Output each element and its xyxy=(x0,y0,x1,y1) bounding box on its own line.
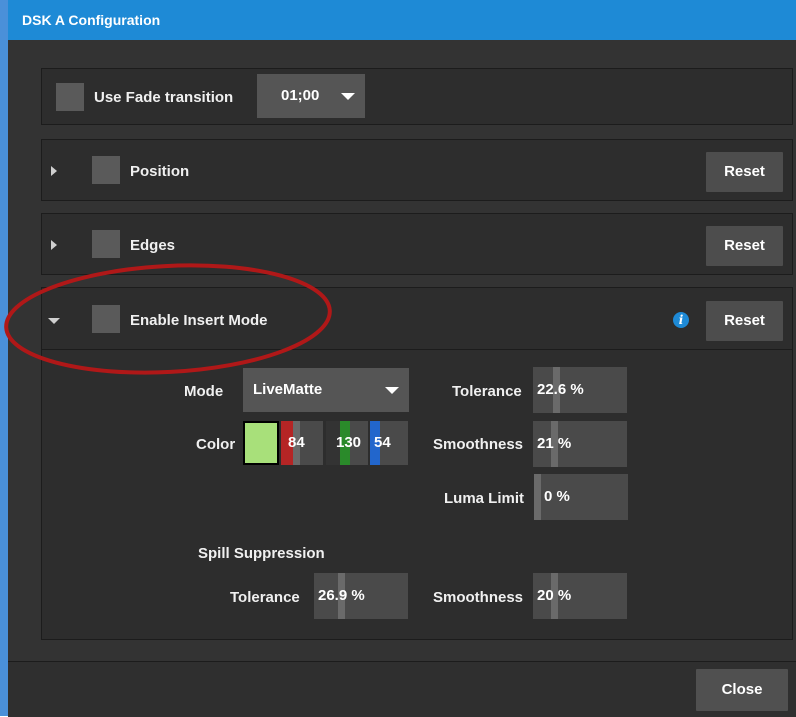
collapse-arrow-icon[interactable] xyxy=(48,318,60,324)
expand-arrow-icon[interactable] xyxy=(51,166,57,176)
dialog-footer: Close xyxy=(8,661,796,717)
info-icon[interactable]: i xyxy=(673,312,689,328)
spill-tolerance-slider[interactable]: 26.9 % xyxy=(314,573,408,619)
smoothness-label: Smoothness xyxy=(433,436,524,453)
expand-arrow-icon[interactable] xyxy=(51,240,57,250)
spill-suppression-title: Spill Suppression xyxy=(198,545,325,562)
color-swatch[interactable] xyxy=(243,421,279,465)
luma-limit-value: 0 % xyxy=(544,488,570,505)
luma-limit-handle[interactable] xyxy=(534,474,541,520)
insert-mode-label: Enable Insert Mode xyxy=(130,312,268,329)
use-fade-label: Use Fade transition xyxy=(94,89,234,106)
mode-select[interactable]: LiveMatte xyxy=(243,368,409,412)
smoothness-slider[interactable]: 21 % xyxy=(533,421,627,467)
tolerance-value: 22.6 % xyxy=(537,381,584,398)
spill-smoothness-slider[interactable]: 20 % xyxy=(533,573,627,619)
dialog-window: DSK A Configuration Use Fade transition … xyxy=(0,0,796,717)
chevron-down-icon xyxy=(385,387,399,394)
use-fade-checkbox[interactable] xyxy=(56,83,84,111)
spill-tolerance-value: 26.9 % xyxy=(318,587,365,604)
close-button[interactable]: Close xyxy=(696,669,788,711)
fade-duration-value: 01;00 xyxy=(281,87,320,104)
edges-checkbox[interactable] xyxy=(92,230,120,258)
fade-duration-select[interactable]: 01;00 xyxy=(257,74,365,118)
color-red-value: 84 xyxy=(288,434,305,451)
edges-reset-button[interactable]: Reset xyxy=(706,226,783,266)
fade-panel: Use Fade transition 01;00 xyxy=(41,68,793,125)
color-red-channel[interactable]: 84 xyxy=(281,421,323,465)
edges-label: Edges xyxy=(130,237,176,254)
edges-panel: Edges Reset xyxy=(41,213,793,275)
insert-mode-panel: Enable Insert Mode i Reset xyxy=(41,287,793,640)
spill-smoothness-label: Smoothness xyxy=(433,589,524,606)
mode-value: LiveMatte xyxy=(253,381,323,398)
color-blue-channel[interactable]: 54 xyxy=(370,421,408,465)
tolerance-label: Tolerance xyxy=(452,383,522,400)
position-label: Position xyxy=(130,163,190,180)
position-panel: Position Reset xyxy=(41,139,793,201)
insert-mode-reset-button[interactable]: Reset xyxy=(706,301,783,341)
insert-mode-checkbox[interactable] xyxy=(92,305,120,333)
chevron-down-icon xyxy=(341,93,355,100)
color-green-channel[interactable]: 130 xyxy=(326,421,368,465)
smoothness-value: 21 % xyxy=(537,435,572,452)
luma-limit-slider[interactable]: 0 % xyxy=(534,474,628,520)
position-checkbox[interactable] xyxy=(92,156,120,184)
window-title: DSK A Configuration xyxy=(8,0,796,40)
tolerance-slider[interactable]: 22.6 % xyxy=(533,367,627,413)
luma-limit-label: Luma Limit xyxy=(444,490,525,507)
spill-tolerance-label: Tolerance xyxy=(230,589,300,606)
mode-label: Mode xyxy=(184,383,224,400)
position-reset-button[interactable]: Reset xyxy=(706,152,783,192)
spill-smoothness-value: 20 % xyxy=(537,587,572,604)
color-green-value: 130 xyxy=(336,434,362,451)
color-label: Color xyxy=(196,436,236,453)
color-blue-value: 54 xyxy=(374,434,391,451)
